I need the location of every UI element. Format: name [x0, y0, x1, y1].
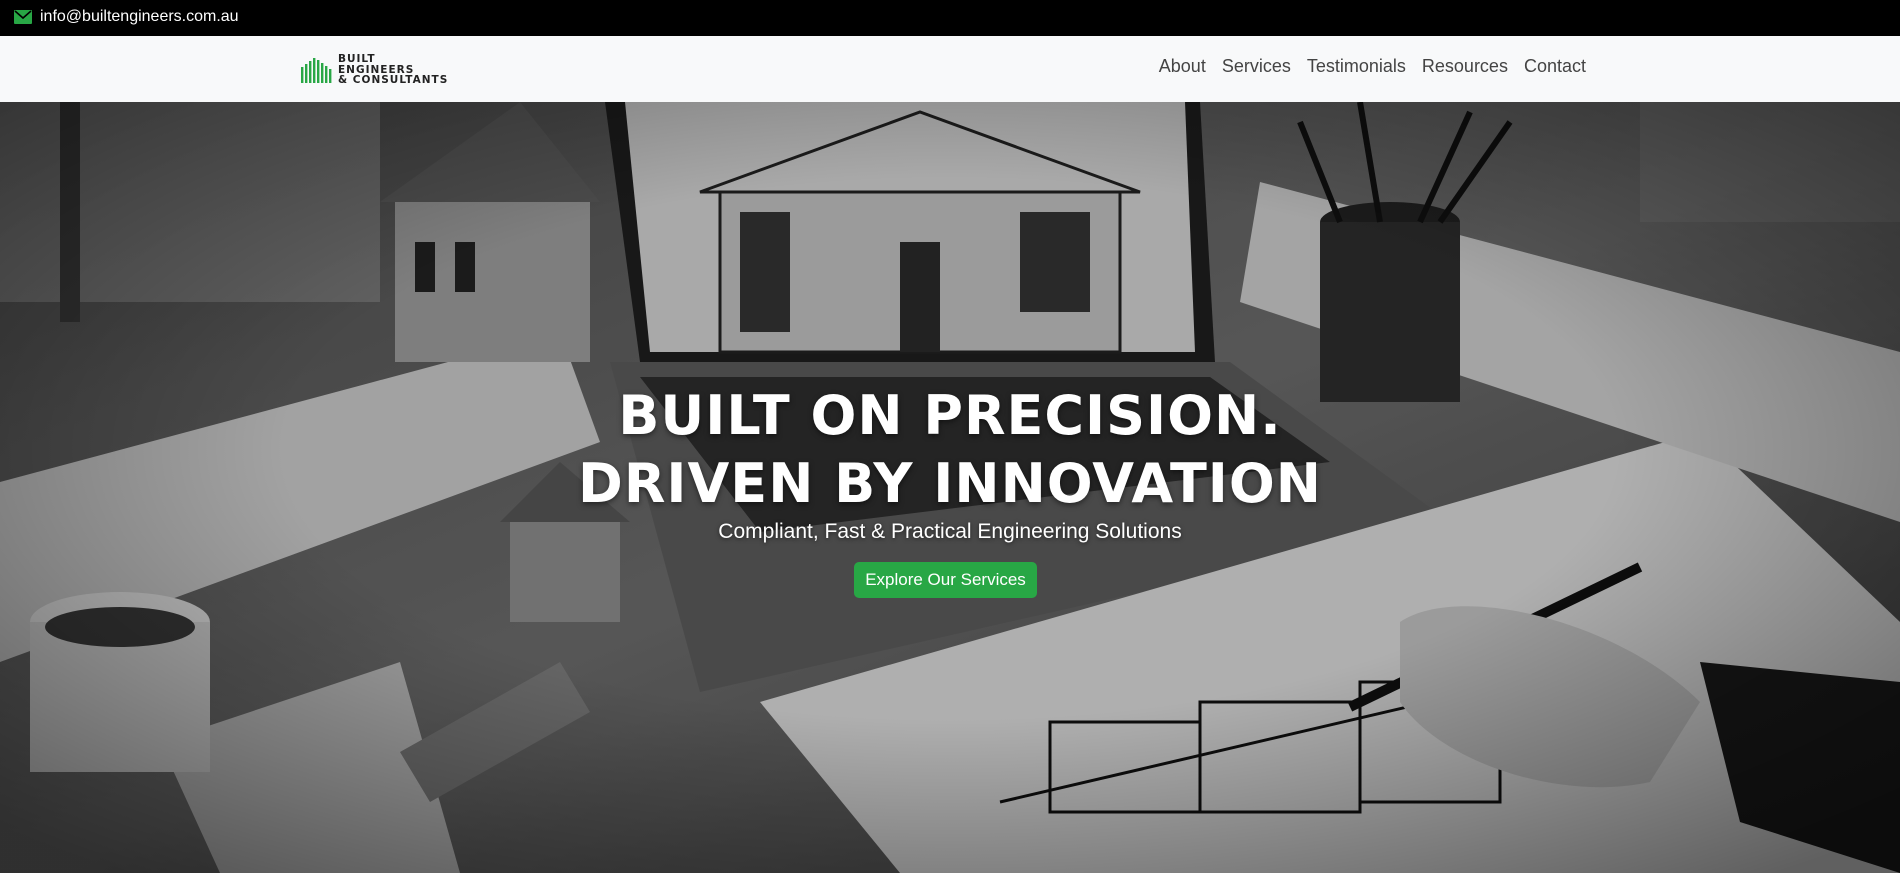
explore-services-button[interactable]: Explore Our Services [854, 562, 1037, 598]
logo-bars-icon [301, 58, 332, 83]
nav-link-about[interactable]: About [1159, 56, 1206, 77]
top-contact-bar: info@builtengineers.com.au [0, 0, 1900, 36]
nav-link-testimonials[interactable]: Testimonials [1307, 56, 1406, 77]
hero-headline-line-1: BUILT ON PRECISION. [618, 384, 1282, 447]
logo-line-3: & CONSULTANTS [338, 74, 449, 87]
hero-headline-line-2: DRIVEN BY INNOVATION [578, 452, 1322, 515]
primary-nav: About Services Testimonials Resources Co… [1143, 56, 1586, 77]
contact-email-link[interactable]: info@builtengineers.com.au [40, 8, 239, 26]
hero-subheading: Compliant, Fast & Practical Engineering … [718, 520, 1182, 543]
main-navbar: BUILT ENGINEERS & CONSULTANTS About Serv… [0, 36, 1900, 102]
nav-link-resources[interactable]: Resources [1422, 56, 1508, 77]
nav-link-services[interactable]: Services [1222, 56, 1291, 77]
mail-icon [14, 10, 32, 24]
hero-content: BUILT ON PRECISION. DRIVEN BY INNOVATION… [0, 102, 1900, 873]
brand-logo[interactable]: BUILT ENGINEERS & CONSULTANTS [300, 50, 448, 90]
logo-wordmark: BUILT ENGINEERS & CONSULTANTS [338, 54, 448, 86]
nav-link-contact[interactable]: Contact [1524, 56, 1586, 77]
hero-section: BUILT ON PRECISION. DRIVEN BY INNOVATION… [0, 102, 1900, 873]
